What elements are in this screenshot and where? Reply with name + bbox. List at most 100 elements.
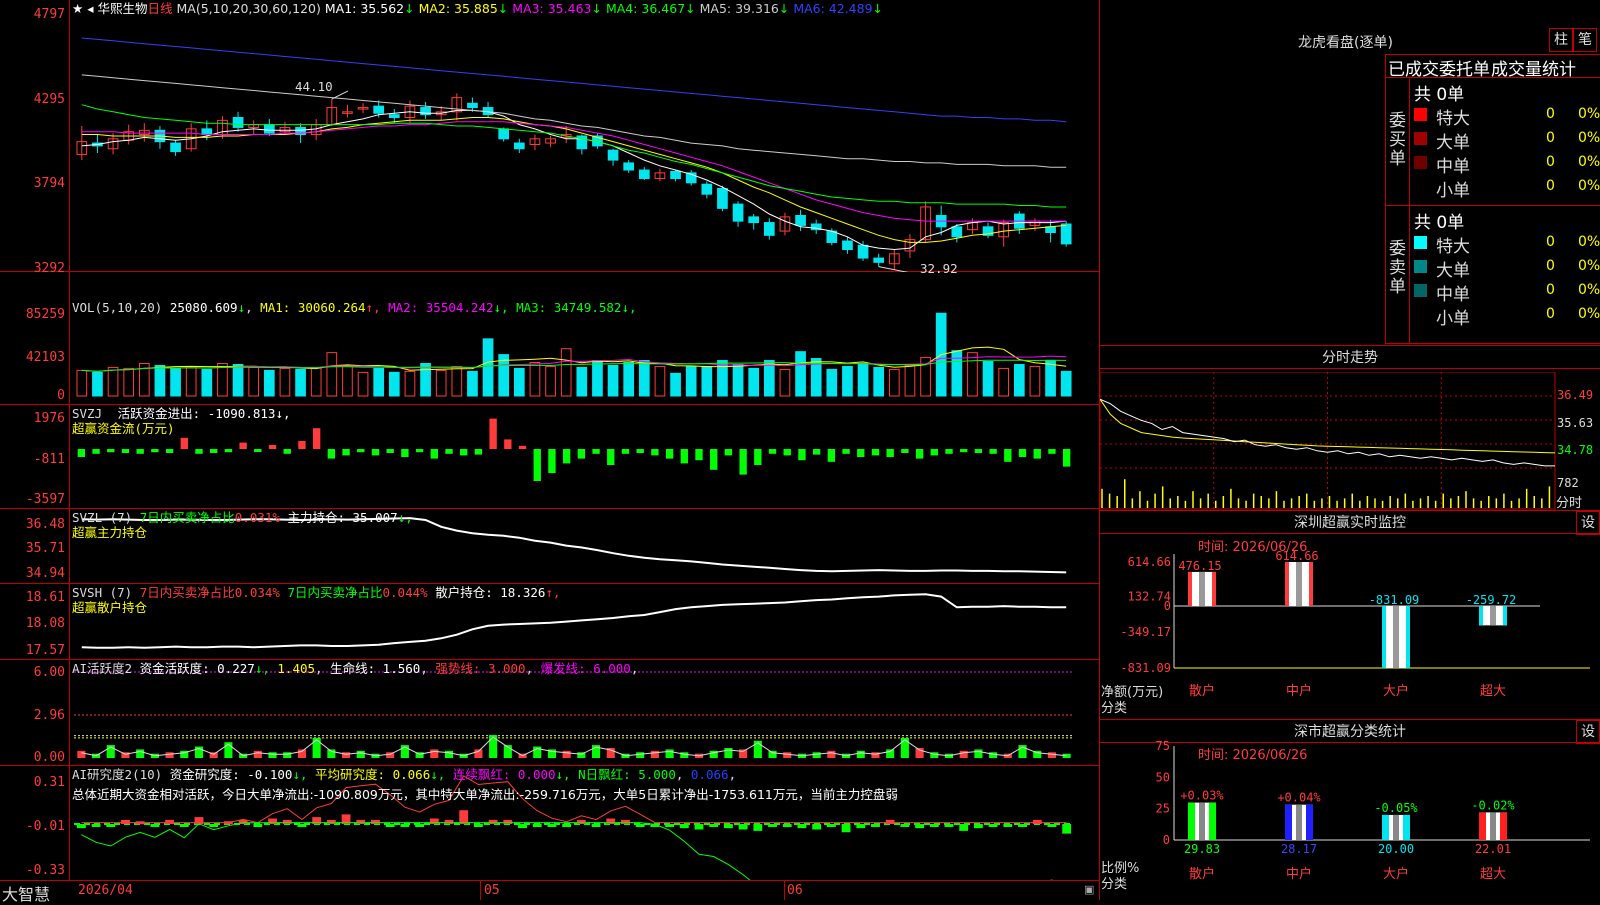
- vol-panel[interactable]: 85259 42103 0 VOL(5,10,20) 25080.609↓, M…: [0, 272, 1100, 405]
- svzj-bar-56: [901, 449, 909, 454]
- ma-legend-value-2: 35.463: [547, 1, 592, 16]
- vol-bar-36: [638, 360, 650, 397]
- ai2-bar-5: [150, 824, 160, 827]
- vol-chart[interactable]: [0, 272, 1100, 405]
- vol-bar-33: [592, 360, 603, 397]
- ai2-summary: 总体近期大资金相对活跃，今日大单净流出:-1090.809万元，其中特大单净流出…: [72, 787, 898, 802]
- vol-bar-63: [1060, 370, 1072, 397]
- sz-classify-chart[interactable]: 75 50 25 0 +0.03% 29.83 散户 +0.04% 28.17 中户 -0.05% 2…: [1100, 740, 1600, 900]
- vol-bar-24: [451, 365, 463, 397]
- ai1-bar-60: [959, 750, 968, 758]
- intraday-ytick-3: 782: [1557, 476, 1579, 490]
- svzl-title: SVZL (7): [72, 510, 133, 525]
- svzj-bar-45: [739, 449, 747, 475]
- tab-filled[interactable]: 已成交: [1388, 55, 1439, 80]
- lhb-bar-button[interactable]: 柱: [1549, 28, 1573, 52]
- svzj-arrow: ↓,: [275, 406, 291, 421]
- szc-bar-edge-r-0: [1209, 802, 1216, 840]
- vol-title-bar: VOL(5,10,20) 25080.609 ↓, MA1: 30060.264↑…: [72, 300, 637, 315]
- sell-swatch-0: [1414, 236, 1427, 249]
- ma-line-MA2: [81, 117, 1067, 243]
- tab-volume-stats[interactable]: 成交量统计: [1491, 55, 1576, 80]
- svsh-subtitle: 超赢散户持仓: [72, 600, 148, 615]
- svzj-bar-21: [386, 449, 394, 454]
- svsh-panel[interactable]: 18.61 18.08 17.57 SVSH (7) 7日内买卖净占比0.034…: [0, 584, 1100, 660]
- ai1-bar-16: [312, 737, 321, 758]
- szc-bar-core-0: [1199, 802, 1205, 840]
- vol-bar-50: [857, 362, 869, 397]
- buy-row-2: 中单 0 0%: [1412, 152, 1600, 177]
- x-axis-tick-line-1: [480, 880, 481, 900]
- ai2-bar-17: [326, 819, 336, 824]
- szc-bar-core-2: [1393, 814, 1399, 840]
- svzj-bar-4: [136, 449, 144, 454]
- ai2-green-line: [81, 822, 1053, 880]
- svsh-value1: 0.034%: [234, 585, 280, 600]
- ai2-label1: 资金研究度:: [169, 767, 240, 782]
- svzj-bar-66: [1048, 449, 1056, 454]
- szc-value-0: 29.83: [1184, 842, 1220, 856]
- star-icon[interactable]: ★: [72, 1, 83, 16]
- ma-legend-name-5: MA6:: [789, 1, 829, 16]
- vol-bar-35: [623, 362, 635, 397]
- vol-ma-arrow-1: ↓,: [493, 300, 517, 315]
- lhb-tick-button[interactable]: 笔: [1573, 28, 1597, 52]
- scroll-left-icon[interactable]: ◂: [87, 1, 93, 16]
- szm-bar-core-1: [1296, 562, 1302, 606]
- sz-monitor-settings-button[interactable]: 设: [1576, 511, 1600, 535]
- sell-swatch-1: [1414, 260, 1427, 273]
- vol-bar-12: [263, 369, 275, 397]
- sell-pct-0: 0%: [1578, 234, 1600, 250]
- vol-bar-29: [529, 362, 541, 397]
- ai2-bar-25: [444, 819, 454, 824]
- intraday-chart[interactable]: [1100, 372, 1600, 512]
- svzj-value: -1090.813: [207, 406, 276, 421]
- ai-activity-panel[interactable]: 6.00 2.96 0.00 AI活跃度2 资金活跃度: 0.227↓, 1.4…: [0, 660, 1100, 766]
- buy-swatch-2: [1414, 156, 1427, 169]
- szm-cat-1: 中户: [1286, 683, 1312, 699]
- ma-legend-arrow-2: ↓: [591, 1, 602, 16]
- svzj-subtitle: 超赢资金流(万元): [72, 421, 175, 436]
- ai2-bar-52: [841, 824, 851, 833]
- szc-value-3: 22.01: [1475, 842, 1511, 856]
- svzl-panel[interactable]: 36.48 35.71 34.94 SVZL (7) 7日内买卖净占比0.031…: [0, 509, 1100, 584]
- candle-body-34: [607, 149, 619, 161]
- vol-ma-name-1: MA2:: [388, 300, 426, 315]
- ai2-arrow1: ↓,: [292, 767, 308, 782]
- ma-label: MA(5,10,20,30,60,120): [176, 1, 321, 16]
- tab-orders[interactable]: 委托单: [1439, 55, 1490, 80]
- szm-cat-0: 散户: [1189, 683, 1215, 699]
- x-label-2: 06: [787, 883, 803, 898]
- ai2-title: AI研究度2(10): [72, 767, 163, 782]
- svzj-bar-39: [651, 449, 659, 456]
- vol-bar-25: [467, 370, 478, 397]
- svzj-bar-53: [857, 449, 865, 458]
- kline-panel[interactable]: 4797 4295 3794 3292 ★ ◂ 华熙生物日线 MA(5,10,2…: [0, 0, 1100, 276]
- svzj-panel[interactable]: 1976 -811 -3597 SVZJ 活跃资金进出: -1090.813↓,…: [0, 405, 1100, 509]
- sell-row-0: 特大 0 0%: [1412, 232, 1600, 257]
- candle-body-43: [748, 216, 760, 224]
- period-label[interactable]: 日线: [147, 1, 172, 16]
- vol-ma-line-1: [81, 355, 1067, 372]
- szm-bar-core-3: [1490, 606, 1496, 626]
- vol-bar-7: [185, 365, 197, 397]
- lock-icon[interactable]: ▣: [1084, 883, 1094, 896]
- ai-research-panel[interactable]: 0.31 -0.01 -0.33 AI研究度2(10) 资金研究度: -0.10…: [0, 766, 1100, 880]
- intraday-ytick-1: 35.63: [1557, 416, 1594, 430]
- ai2-bar-7: [179, 824, 189, 827]
- candle-body-44: [763, 222, 775, 236]
- ai2-bar-2: [106, 824, 116, 827]
- svzj-bar-67: [1062, 449, 1071, 467]
- kline-chart[interactable]: [0, 0, 1100, 272]
- ai1-label3: 生命线:: [330, 661, 376, 676]
- candle-body-63: [1060, 223, 1072, 245]
- sz-monitor-ylabel2: 分类: [1101, 701, 1128, 716]
- ma-legend-name-0: MA1:: [324, 1, 361, 16]
- ai2-bar-36: [606, 818, 616, 824]
- szm-bar-edge-r-0: [1212, 571, 1216, 606]
- vol-ma-value-1: 35504.242: [425, 300, 494, 315]
- ai2-title-bar: AI研究度2(10) 资金研究度: -0.100↓, 平均研究度: 0.066↓…: [72, 767, 737, 782]
- vol-bar-3: [123, 367, 135, 397]
- sz-monitor-chart[interactable]: 614.66132.740-349.17-831.09476.15散户614.6…: [1100, 540, 1600, 720]
- ai2-bar-60: [959, 824, 969, 831]
